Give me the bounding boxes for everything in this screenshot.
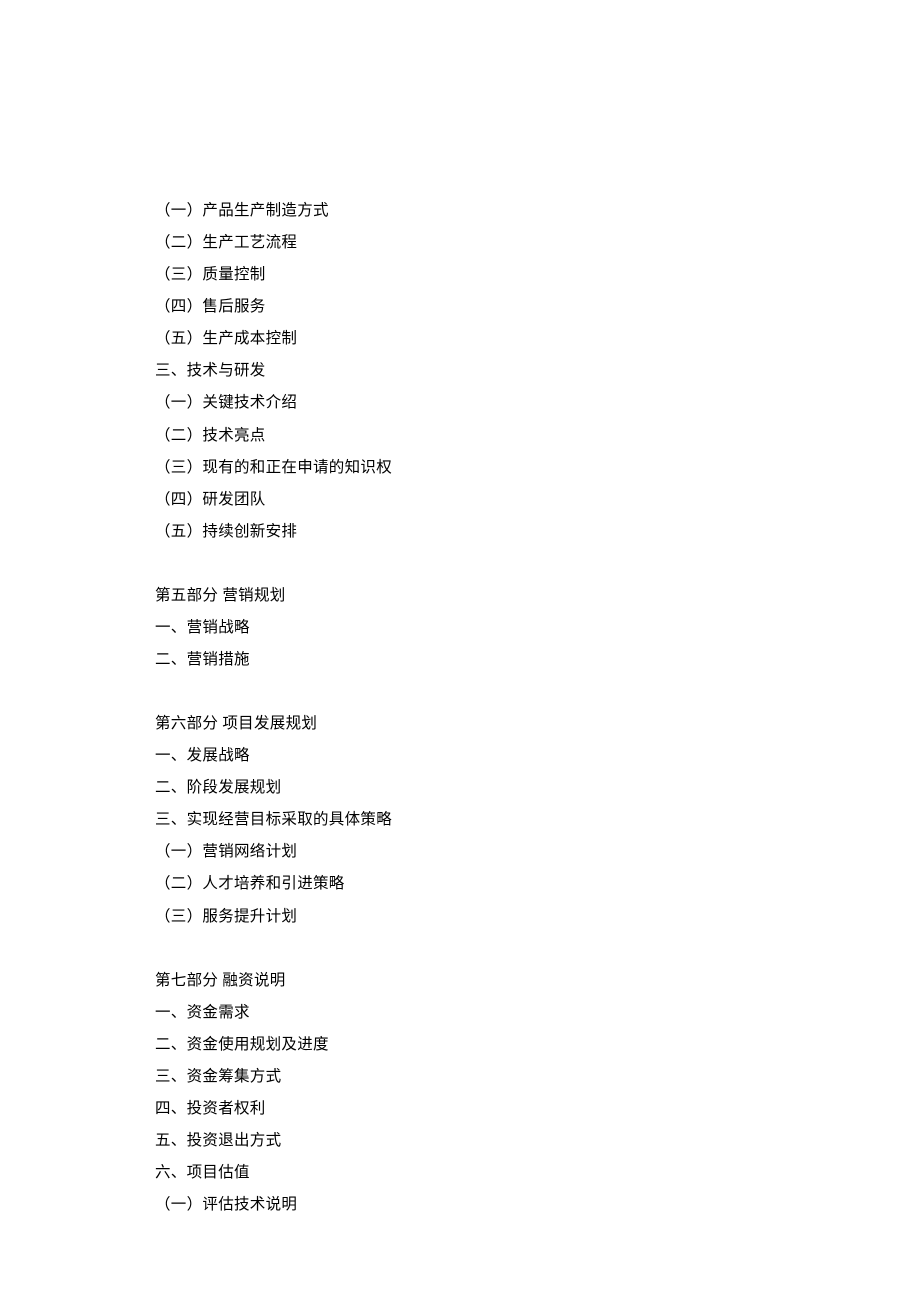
toc-line: 一、资金需求 <box>155 997 765 1029</box>
section-spacer <box>155 933 765 965</box>
document-content: （一）产品生产制造方式 （二）生产工艺流程 （三）质量控制 （四）售后服务 （五… <box>155 195 765 1221</box>
toc-line: 一、发展战略 <box>155 740 765 772</box>
toc-line: （二）生产工艺流程 <box>155 227 765 259</box>
toc-line: （二）技术亮点 <box>155 420 765 452</box>
toc-line: （三）现有的和正在申请的知识权 <box>155 452 765 484</box>
toc-line: 二、资金使用规划及进度 <box>155 1029 765 1061</box>
toc-line: （一）营销网络计划 <box>155 836 765 868</box>
toc-line: 一、营销战略 <box>155 612 765 644</box>
section-spacer <box>155 548 765 580</box>
toc-line: 二、阶段发展规划 <box>155 772 765 804</box>
toc-line: （三）服务提升计划 <box>155 901 765 933</box>
toc-line: （四）售后服务 <box>155 291 765 323</box>
toc-line: （四）研发团队 <box>155 484 765 516</box>
toc-line: 五、投资退出方式 <box>155 1125 765 1157</box>
toc-section-heading: 第六部分 项目发展规划 <box>155 708 765 740</box>
toc-line: （三）质量控制 <box>155 259 765 291</box>
toc-line: （五）生产成本控制 <box>155 323 765 355</box>
toc-line: 三、资金筹集方式 <box>155 1061 765 1093</box>
toc-line: （五）持续创新安排 <box>155 516 765 548</box>
toc-line: （二）人才培养和引进策略 <box>155 868 765 900</box>
toc-line: 四、投资者权利 <box>155 1093 765 1125</box>
toc-section-heading: 第五部分 营销规划 <box>155 580 765 612</box>
toc-line: 六、项目估值 <box>155 1157 765 1189</box>
toc-line: 三、技术与研发 <box>155 355 765 387</box>
toc-line: （一）产品生产制造方式 <box>155 195 765 227</box>
section-spacer <box>155 676 765 708</box>
toc-line: （一）关键技术介绍 <box>155 387 765 419</box>
toc-line: 三、实现经营目标采取的具体策略 <box>155 804 765 836</box>
toc-line: 二、营销措施 <box>155 644 765 676</box>
toc-section-heading: 第七部分 融资说明 <box>155 965 765 997</box>
toc-line: （一）评估技术说明 <box>155 1189 765 1221</box>
